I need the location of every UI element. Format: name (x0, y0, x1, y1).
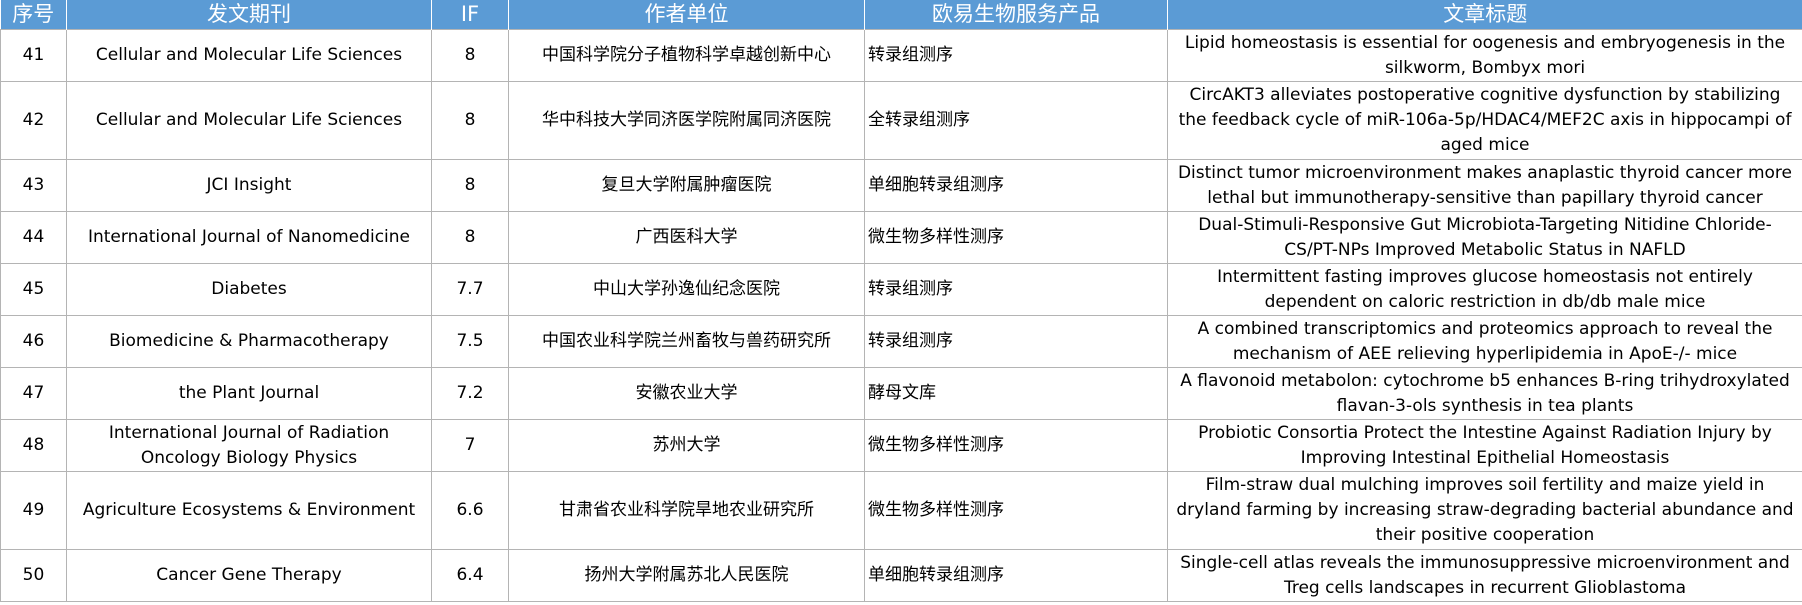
cell-author-unit: 广西医科大学 (508, 211, 865, 264)
publication-table: 序号 发文期刊 IF 作者单位 欧易生物服务产品 文章标题 41 Cellula… (0, 0, 1802, 602)
cell-author-unit: 苏州大学 (508, 419, 865, 472)
cell-number: 45 (0, 263, 67, 316)
cell-journal: JCI Insight (66, 159, 432, 212)
cell-author-unit: 中山大学孙逸仙纪念医院 (508, 263, 865, 316)
cell-number: 49 (0, 471, 67, 550)
cell-impact-factor: 7.5 (431, 315, 509, 368)
cell-journal: Cellular and Molecular Life Sciences (66, 29, 432, 82)
cell-service-product: 转录组测序 (864, 263, 1168, 316)
cell-article-title: A flavonoid metabolon: cytochrome b5 enh… (1167, 367, 1802, 420)
cell-author-unit: 华中科技大学同济医学院附属同济医院 (508, 81, 865, 160)
cell-author-unit: 中国科学院分子植物科学卓越创新中心 (508, 29, 865, 82)
cell-author-unit: 扬州大学附属苏北人民医院 (508, 549, 865, 602)
cell-journal: Agriculture Ecosystems & Environment (66, 471, 432, 550)
cell-service-product: 微生物多样性测序 (864, 419, 1168, 472)
cell-journal: Biomedicine & Pharmacotherapy (66, 315, 432, 368)
cell-service-product: 转录组测序 (864, 315, 1168, 368)
table-row: 48 International Journal of Radiation On… (0, 419, 1802, 472)
header-row: 序号 发文期刊 IF 作者单位 欧易生物服务产品 文章标题 (0, 0, 1802, 30)
table-row: 50 Cancer Gene Therapy 6.4 扬州大学附属苏北人民医院 … (0, 549, 1802, 602)
col-header-impact-factor: IF (431, 0, 509, 30)
col-header-author-unit: 作者单位 (508, 0, 865, 30)
cell-article-title: Intermittent fasting improves glucose ho… (1167, 263, 1802, 316)
table-row: 47 the Plant Journal 7.2 安徽农业大学 酵母文库 A f… (0, 367, 1802, 420)
cell-journal: International Journal of Nanomedicine (66, 211, 432, 264)
table-row: 49 Agriculture Ecosystems & Environment … (0, 471, 1802, 550)
cell-impact-factor: 7 (431, 419, 509, 472)
cell-impact-factor: 8 (431, 159, 509, 212)
cell-impact-factor: 8 (431, 211, 509, 264)
cell-impact-factor: 6.6 (431, 471, 509, 550)
cell-article-title: Film-straw dual mulching improves soil f… (1167, 471, 1802, 550)
cell-journal: the Plant Journal (66, 367, 432, 420)
cell-article-title: CircAKT3 alleviates postoperative cognit… (1167, 81, 1802, 160)
cell-journal: Diabetes (66, 263, 432, 316)
table-row: 43 JCI Insight 8 复旦大学附属肿瘤医院 单细胞转录组测序 Dis… (0, 159, 1802, 212)
cell-service-product: 全转录组测序 (864, 81, 1168, 160)
col-header-service-product: 欧易生物服务产品 (864, 0, 1168, 30)
cell-service-product: 单细胞转录组测序 (864, 159, 1168, 212)
cell-journal: International Journal of Radiation Oncol… (66, 419, 432, 472)
table-row: 42 Cellular and Molecular Life Sciences … (0, 81, 1802, 160)
cell-article-title: Single-cell atlas reveals the immunosupp… (1167, 549, 1802, 602)
cell-author-unit: 甘肃省农业科学院旱地农业研究所 (508, 471, 865, 550)
table-row: 44 International Journal of Nanomedicine… (0, 211, 1802, 264)
cell-number: 41 (0, 29, 67, 82)
cell-author-unit: 中国农业科学院兰州畜牧与兽药研究所 (508, 315, 865, 368)
table-row: 41 Cellular and Molecular Life Sciences … (0, 29, 1802, 82)
cell-article-title: Dual-Stimuli-Responsive Gut Microbiota-T… (1167, 211, 1802, 264)
cell-article-title: Distinct tumor microenvironment makes an… (1167, 159, 1802, 212)
cell-service-product: 微生物多样性测序 (864, 471, 1168, 550)
col-header-journal: 发文期刊 (66, 0, 432, 30)
cell-number: 46 (0, 315, 67, 368)
cell-number: 48 (0, 419, 67, 472)
cell-author-unit: 复旦大学附属肿瘤医院 (508, 159, 865, 212)
cell-article-title: Probiotic Consortia Protect the Intestin… (1167, 419, 1802, 472)
cell-number: 50 (0, 549, 67, 602)
table-body: 41 Cellular and Molecular Life Sciences … (0, 29, 1802, 602)
cell-service-product: 微生物多样性测序 (864, 211, 1168, 264)
cell-number: 42 (0, 81, 67, 160)
cell-number: 47 (0, 367, 67, 420)
cell-impact-factor: 7.2 (431, 367, 509, 420)
cell-journal: Cancer Gene Therapy (66, 549, 432, 602)
cell-number: 43 (0, 159, 67, 212)
cell-service-product: 单细胞转录组测序 (864, 549, 1168, 602)
cell-service-product: 转录组测序 (864, 29, 1168, 82)
cell-article-title: Lipid homeostasis is essential for oogen… (1167, 29, 1802, 82)
cell-service-product: 酵母文库 (864, 367, 1168, 420)
cell-article-title: A combined transcriptomics and proteomic… (1167, 315, 1802, 368)
cell-journal: Cellular and Molecular Life Sciences (66, 81, 432, 160)
table-row: 45 Diabetes 7.7 中山大学孙逸仙纪念医院 转录组测序 Interm… (0, 263, 1802, 316)
col-header-article-title: 文章标题 (1167, 0, 1802, 30)
cell-impact-factor: 8 (431, 81, 509, 160)
cell-author-unit: 安徽农业大学 (508, 367, 865, 420)
cell-impact-factor: 7.7 (431, 263, 509, 316)
table-row: 46 Biomedicine & Pharmacotherapy 7.5 中国农… (0, 315, 1802, 368)
cell-number: 44 (0, 211, 67, 264)
cell-impact-factor: 8 (431, 29, 509, 82)
table-header: 序号 发文期刊 IF 作者单位 欧易生物服务产品 文章标题 (0, 0, 1802, 30)
cell-impact-factor: 6.4 (431, 549, 509, 602)
col-header-number: 序号 (0, 0, 67, 30)
